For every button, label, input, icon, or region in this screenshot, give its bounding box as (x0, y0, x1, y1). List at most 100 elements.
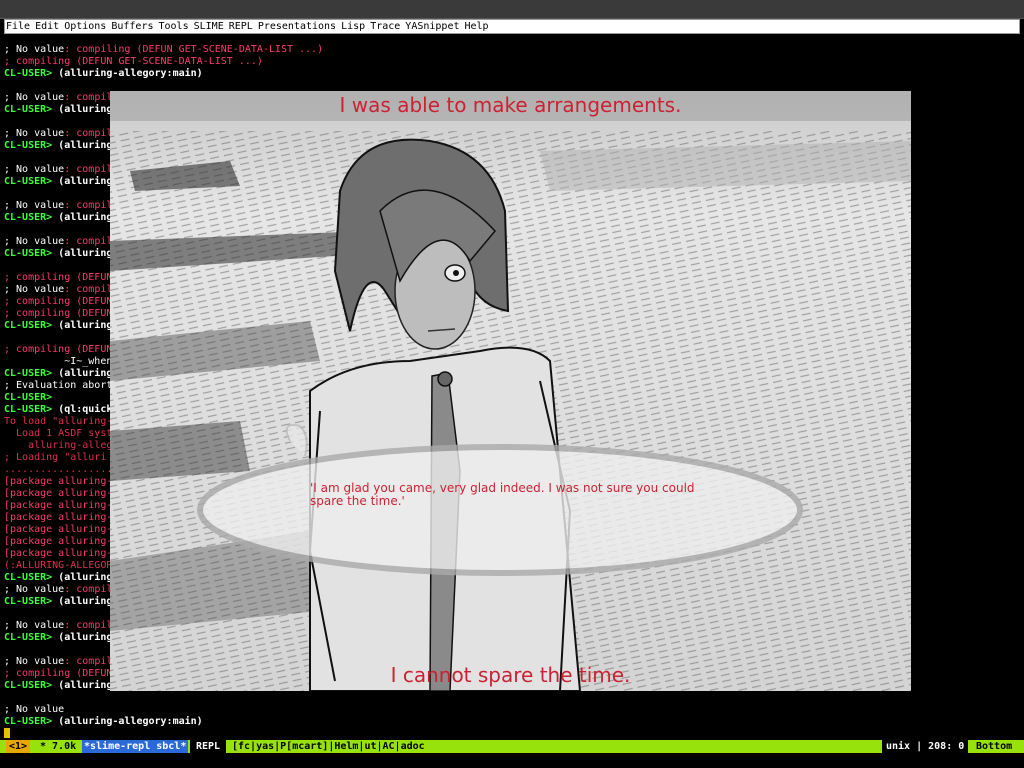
menu-tools[interactable]: Tools (158, 20, 193, 33)
window-titlebar (0, 0, 1024, 19)
repl-text: ; No value (4, 584, 65, 595)
text-cursor (4, 728, 10, 738)
menu-lisp[interactable]: Lisp (340, 20, 369, 33)
repl-text: To load "alluring- (4, 416, 113, 427)
repl-prompt: CL-USER> (4, 596, 59, 607)
repl-text: (alluring (58, 140, 113, 151)
repl-text: ; No value (4, 92, 65, 103)
encoding-position: unix | 208: 0 (882, 740, 969, 753)
narration-text: I was able to make arrangements. (339, 93, 682, 117)
repl-prompt: CL-USER> (4, 320, 59, 331)
repl-text: ; compiling (DEFUN (4, 272, 113, 283)
repl-text: (:ALLURING-ALLEGOR (4, 560, 113, 571)
dialogue-text: 'I am glad you came, very glad indeed. I… (310, 481, 695, 508)
repl-text: [package alluring- (4, 476, 113, 487)
choice-option[interactable]: I cannot spare the time. (110, 663, 911, 687)
repl-text: [package alluring- (4, 548, 113, 559)
repl-line: ; No value (4, 704, 1018, 716)
repl-text: : compil (64, 200, 113, 211)
menu-help[interactable]: Help (463, 20, 492, 33)
repl-prompt: CL-USER> (4, 632, 59, 643)
repl-text: ; Evaluation abort (4, 380, 113, 391)
repl-text: [package alluring- (4, 488, 113, 499)
buffer-size: * 7.0k (40, 741, 77, 752)
repl-line: CL-USER> (alluring-allegory:main) (4, 716, 1018, 728)
repl-text: ; compiling (DEFUN GET-SCENE-DATA-LIST .… (4, 56, 263, 67)
repl-prompt: CL-USER> (4, 176, 59, 187)
repl-text: : compil (64, 92, 113, 103)
repl-text: ; No value (4, 164, 65, 175)
repl-text: (alluring (58, 596, 113, 607)
repl-text: ; compiling (DEFUN (4, 344, 113, 355)
repl-prompt: CL-USER> (4, 404, 59, 415)
menu-repl[interactable]: REPL (228, 20, 257, 33)
repl-prompt: CL-USER> (4, 392, 53, 403)
repl-text: (alluring (58, 176, 113, 187)
repl-line: ; compiling (DEFUN GET-SCENE-DATA-LIST .… (4, 56, 1018, 68)
repl-text: : compil (64, 656, 113, 667)
repl-prompt: CL-USER> (4, 248, 59, 259)
scene-artwork (110, 91, 911, 691)
minibuffer[interactable] (0, 753, 1024, 768)
menu-buffers[interactable]: Buffers (110, 20, 157, 33)
repl-text: ; No value (4, 620, 65, 631)
repl-text: .................. (4, 464, 113, 475)
repl-text: (alluring (58, 212, 113, 223)
repl-prompt: CL-USER> (4, 68, 59, 79)
repl-text: ; No value (4, 284, 65, 295)
repl-text: (alluring-allegory:main) (58, 716, 203, 727)
repl-text: ; compiling (DEFUN (4, 296, 113, 307)
repl-line: ; No value: compiling (DEFUN GET-SCENE-D… (4, 44, 1018, 56)
menu-slime[interactable]: SLIME (193, 20, 228, 33)
repl-text: : compil (64, 128, 113, 139)
repl-prompt: CL-USER> (4, 104, 59, 115)
mode-line: <1> * 7.0k *slime-repl sbcl* REPL [fc|ya… (0, 740, 1024, 753)
repl-text: (alluring (58, 632, 113, 643)
repl-prompt: CL-USER> (4, 140, 59, 151)
repl-text: (alluring-allegory:main) (58, 68, 203, 79)
repl-text: (alluring (58, 368, 113, 379)
major-mode[interactable]: REPL (190, 740, 227, 753)
repl-line: CL-USER> (alluring-allegory:main) (4, 68, 1018, 80)
repl-prompt: CL-USER> (4, 716, 59, 727)
menu-file[interactable]: File (5, 20, 34, 33)
repl-text: ; compiling (DEFUN (4, 308, 113, 319)
repl-text: (alluring (58, 320, 113, 331)
menu-options[interactable]: Options (63, 20, 110, 33)
repl-text: ; No value (4, 656, 65, 667)
repl-text: : compil (64, 284, 113, 295)
repl-text: ~I~_when (4, 356, 113, 367)
repl-text: Load 1 ASDF syst (4, 428, 113, 439)
repl-prompt: CL-USER> (4, 212, 59, 223)
repl-text: [package alluring- (4, 512, 113, 523)
repl-text: (alluring (58, 104, 113, 115)
repl-prompt: CL-USER> (4, 572, 59, 583)
menu-trace[interactable]: Trace (369, 20, 404, 33)
game-window[interactable]: I was able to make arrangements. 'I am g… (110, 91, 911, 691)
repl-text: ; No value (4, 44, 65, 55)
repl-text: ; No value (4, 704, 65, 715)
repl-text: ; No value (4, 128, 65, 139)
repl-prompt: CL-USER> (4, 368, 59, 379)
repl-text: : compil (64, 584, 113, 595)
repl-text: (alluring (58, 680, 113, 691)
repl-text: : compil (64, 620, 113, 631)
repl-text: ; compiling (DEFUN (4, 668, 113, 679)
repl-text: : compil (64, 164, 113, 175)
menu-edit[interactable]: Edit (34, 20, 63, 33)
buffer-name[interactable]: *slime-repl sbcl* (82, 740, 189, 753)
repl-text: ; Loading "alluri (4, 452, 107, 463)
repl-text: (alluring (58, 572, 113, 583)
minor-modes[interactable]: [fc|yas|P[mcart]|Helm|ut|AC|adoc (232, 740, 425, 753)
repl-text: [package alluring- (4, 500, 113, 511)
menu-yasnippet[interactable]: YASnippet (404, 20, 463, 33)
menu-bar: File Edit Options Buffers Tools SLIME RE… (4, 19, 1020, 34)
repl-text: ; No value (4, 236, 65, 247)
menu-presentations[interactable]: Presentations (257, 20, 340, 33)
window-number-indicator: <1> (6, 740, 31, 753)
repl-text: (alluring (58, 248, 113, 259)
repl-text: : compiling (DEFUN GET-SCENE-DATA-LIST .… (64, 44, 324, 55)
repl-line (4, 692, 1018, 704)
repl-text: ; No value (4, 200, 65, 211)
repl-text: (ql:quick (58, 404, 113, 415)
